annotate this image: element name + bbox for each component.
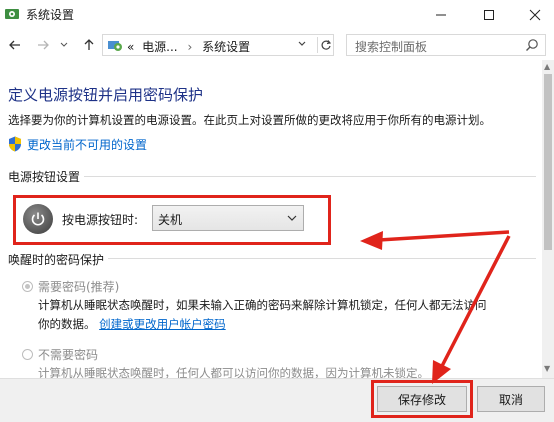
address-bar[interactable]: « 电源... › 系统设置 bbox=[102, 34, 334, 56]
maximize-icon bbox=[484, 10, 494, 20]
search-input[interactable]: 搜索控制面板 bbox=[346, 34, 546, 56]
up-arrow-icon bbox=[84, 39, 94, 50]
close-icon bbox=[529, 9, 541, 21]
control-panel-icon bbox=[108, 41, 122, 51]
scroll-down-icon[interactable]: ▼ bbox=[544, 364, 550, 373]
breadcrumb-root[interactable]: « bbox=[127, 40, 134, 54]
power-button-section-title: 电源按钮设置 bbox=[8, 170, 81, 184]
back-arrow-icon bbox=[9, 40, 20, 50]
power-button-action-value: 关机 bbox=[158, 213, 183, 227]
search-placeholder: 搜索控制面板 bbox=[355, 40, 428, 54]
minimize-icon bbox=[436, 14, 446, 16]
refresh-icon bbox=[321, 40, 332, 50]
refresh-button[interactable] bbox=[317, 37, 334, 53]
require-password-label: 需要密码(推荐) bbox=[38, 280, 120, 294]
dropdown-icon[interactable] bbox=[297, 39, 307, 49]
forward-button[interactable] bbox=[34, 36, 52, 54]
maximize-button[interactable] bbox=[466, 0, 512, 30]
power-button-label: 按电源按钮时: bbox=[62, 213, 139, 227]
save-button[interactable]: 保存修改 bbox=[377, 386, 467, 412]
no-password-label: 不需要密码 bbox=[38, 348, 99, 362]
up-button[interactable] bbox=[80, 36, 98, 54]
page-description: 选择要为你的计算机设置的电源设置。在此页上对设置所做的更改将应用于你所有的电源计… bbox=[8, 113, 491, 127]
scroll-thumb[interactable] bbox=[544, 74, 552, 250]
require-password-description-line2: 你的数据。 创建或更改用户帐户密码 bbox=[38, 316, 226, 332]
breadcrumb-current[interactable]: 系统设置 bbox=[202, 40, 250, 54]
require-password-description-prefix: 你的数据。 bbox=[38, 317, 96, 331]
dropdown-icon bbox=[60, 42, 68, 47]
change-unavailable-settings-link[interactable]: 更改当前不可用的设置 bbox=[27, 136, 147, 153]
vertical-scrollbar[interactable]: ▲ ▼ bbox=[542, 60, 554, 378]
minimize-button[interactable] bbox=[418, 0, 464, 30]
main-content: 定义电源按钮并启用密码保护 选择要为你的计算机设置的电源设置。在此页上对设置所做… bbox=[0, 60, 542, 378]
no-password-radio[interactable] bbox=[22, 349, 33, 360]
app-icon bbox=[5, 9, 19, 19]
page-title: 定义电源按钮并启用密码保护 bbox=[8, 86, 204, 104]
search-icon bbox=[526, 39, 538, 51]
scroll-up-icon[interactable]: ▲ bbox=[544, 62, 550, 71]
recent-locations-button[interactable] bbox=[58, 36, 70, 54]
close-button[interactable] bbox=[512, 0, 554, 30]
forward-arrow-icon bbox=[38, 40, 49, 50]
create-password-link[interactable]: 创建或更改用户帐户密码 bbox=[99, 317, 226, 331]
breadcrumb-parent[interactable]: 电源... bbox=[142, 40, 177, 54]
breadcrumb-separator: › bbox=[187, 40, 193, 54]
section-divider bbox=[84, 176, 536, 177]
power-icon bbox=[23, 204, 53, 234]
power-button-action-select[interactable]: 关机 bbox=[152, 205, 304, 231]
title-bar: 系统设置 bbox=[0, 0, 554, 30]
no-password-description: 计算机从睡眠状态唤醒时，任何人都可以访问你的数据，因为计算机未锁定。 bbox=[38, 366, 429, 378]
wake-password-section-title: 唤醒时的密码保护 bbox=[8, 253, 105, 267]
require-password-radio[interactable] bbox=[22, 281, 33, 292]
require-password-description: 计算机从睡眠状态唤醒时，如果未输入正确的密码来解除计算机锁定，任何人都无法访问 bbox=[38, 298, 487, 312]
section-divider bbox=[108, 258, 536, 259]
back-button[interactable] bbox=[6, 36, 24, 54]
chevron-down-icon bbox=[287, 215, 297, 221]
cancel-button[interactable]: 取消 bbox=[477, 386, 545, 412]
shield-icon bbox=[9, 136, 21, 152]
window-title: 系统设置 bbox=[26, 8, 75, 22]
